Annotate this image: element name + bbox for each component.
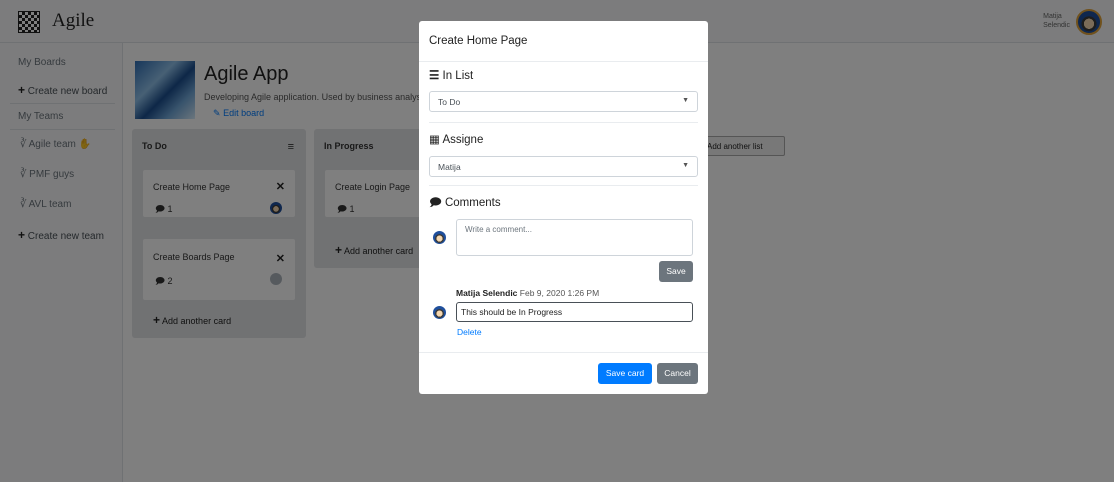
modal-footer-divider — [419, 352, 708, 353]
chevron-down-icon: ▼ — [682, 162, 689, 169]
cancel-button[interactable]: Cancel — [657, 363, 698, 384]
comment-meta: Matija Selendic Feb 9, 2020 1:26 PM — [456, 288, 599, 298]
comment-input[interactable]: Write a comment... — [456, 219, 693, 256]
chevron-down-icon: ▼ — [682, 97, 689, 104]
in-list-select[interactable]: To Do ▼ — [429, 91, 698, 112]
comments-label: Comments — [444, 197, 501, 209]
comment-date: Feb 9, 2020 1:26 PM — [519, 288, 600, 298]
in-list-label: In List — [442, 70, 474, 82]
modal-divider — [419, 61, 708, 62]
section-divider — [429, 185, 698, 186]
comments-heading: 🗩 Comments — [429, 195, 501, 214]
comment-author-avatar — [433, 306, 446, 319]
save-card-button[interactable]: Save card — [598, 363, 652, 384]
comment-author: Matija Selendic — [456, 288, 518, 298]
assignee-heading: ▦ Assigne — [429, 132, 483, 146]
delete-comment-link[interactable]: Delete — [457, 327, 482, 337]
section-divider — [429, 122, 698, 123]
modal-title: Create Home Page — [429, 35, 528, 47]
assignee-value: Matija — [438, 162, 461, 172]
list-icon: ☰ — [429, 70, 440, 82]
id-badge-icon: ▦ — [429, 134, 440, 146]
commenter-avatar — [433, 231, 446, 244]
in-list-value: To Do — [438, 97, 461, 107]
assignee-label: Assigne — [442, 134, 484, 146]
comment-text[interactable]: This should be In Progress — [456, 302, 693, 322]
assignee-select[interactable]: Matija ▼ — [429, 156, 698, 177]
card-modal: Create Home Page ☰ In List To Do ▼ ▦ Ass… — [419, 21, 708, 394]
in-list-heading: ☰ In List — [429, 68, 473, 82]
save-comment-button[interactable]: Save — [659, 261, 693, 282]
comment-icon: 🗩 — [429, 197, 442, 209]
